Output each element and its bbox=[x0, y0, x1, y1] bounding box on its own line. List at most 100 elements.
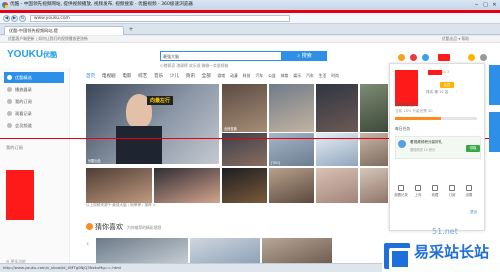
back-button[interactable]: ◀ bbox=[3, 15, 10, 22]
nav-item[interactable]: 少儿 bbox=[170, 74, 179, 79]
shortcut-label: 订阅 bbox=[448, 193, 456, 197]
shortcut-label: 收藏 bbox=[431, 193, 439, 197]
redacted-block bbox=[6, 170, 34, 220]
search-button[interactable]: ⌕ 搜索 bbox=[282, 51, 327, 61]
refresh-button[interactable]: ↻ bbox=[19, 15, 26, 22]
more-icon[interactable] bbox=[480, 54, 487, 61]
subscribe-shortcut[interactable]: 订阅 bbox=[445, 185, 459, 197]
nav-item-small[interactable]: 汽车 bbox=[306, 73, 314, 78]
nav-item-small[interactable]: 生活 bbox=[319, 73, 327, 78]
vip-icon bbox=[7, 123, 12, 128]
person-figure bbox=[116, 126, 162, 164]
sidebar-item-label: 播放器录 bbox=[15, 87, 32, 92]
user-avatar[interactable] bbox=[438, 54, 450, 61]
sidebar-item-label: 观看记录 bbox=[15, 111, 32, 116]
url-input[interactable]: www.youku.com bbox=[30, 15, 290, 22]
video-tile[interactable] bbox=[222, 168, 267, 203]
tab-youku[interactable]: 优酷-中国领先视频网站,提 bbox=[4, 26, 124, 35]
sidebar-item-featured[interactable]: 优酷精选 bbox=[4, 72, 64, 83]
close-button[interactable]: ✕ bbox=[491, 2, 498, 8]
video-tile[interactable] bbox=[316, 84, 358, 132]
video-tile[interactable] bbox=[269, 84, 314, 132]
nav-item[interactable]: 首页 bbox=[86, 74, 95, 79]
favorite-shortcut[interactable]: 收藏 bbox=[428, 185, 442, 197]
browser-logo-icon bbox=[2, 2, 8, 8]
nav-item-small[interactable]: 游戏 bbox=[217, 73, 225, 78]
upload-shortcut[interactable]: 上传 bbox=[411, 185, 425, 197]
video-tile[interactable] bbox=[360, 168, 388, 203]
watermark-text: 易采站长站 bbox=[414, 243, 490, 261]
vip-button[interactable]: 会员 bbox=[440, 82, 454, 88]
history-shortcut[interactable]: 观看记录 bbox=[394, 185, 408, 197]
source-note: 以上视频来源于 最强大脑 / 琅琊榜 / 推荐 > bbox=[86, 203, 156, 207]
carousel-prev-icon[interactable]: ‹ bbox=[86, 239, 89, 248]
maximize-button[interactable]: □ bbox=[482, 2, 489, 8]
search-button-label: 搜索 bbox=[301, 53, 312, 59]
guess-subtitle: 为你推荐的精彩视频 bbox=[127, 225, 162, 230]
sidebar-item-player[interactable]: 播放器录 bbox=[4, 84, 64, 95]
guess-title: 猜你喜欢 bbox=[95, 223, 123, 231]
subscription-section-title: 我的订阅 bbox=[6, 145, 23, 150]
logout-link[interactable]: 退出 bbox=[470, 210, 477, 215]
nav-item[interactable]: 音乐 bbox=[154, 74, 163, 79]
notification-icon[interactable] bbox=[422, 54, 429, 61]
nav-item-small[interactable]: 时尚 bbox=[331, 73, 339, 78]
top-strip-right[interactable]: 优酷出品 ▾ 帮助 bbox=[442, 36, 469, 42]
claim-button[interactable]: 领取 bbox=[466, 145, 480, 152]
video-tile[interactable] bbox=[262, 238, 332, 263]
settings-shortcut[interactable]: 设置 bbox=[462, 185, 476, 197]
featured-icon bbox=[7, 75, 12, 80]
search-suggestions[interactable]: 小猪佩奇 琅琊榜 欢乐颂 微微一笑很倾城 bbox=[160, 63, 228, 69]
search-input[interactable]: 最强大脑 bbox=[160, 51, 282, 61]
video-tile[interactable] bbox=[154, 168, 220, 203]
forward-button[interactable]: ▶ bbox=[11, 15, 18, 22]
sidebar-item-label: 我的订阅 bbox=[15, 99, 32, 104]
nav-item[interactable]: 资讯 bbox=[186, 74, 195, 79]
shortcut-label: 上传 bbox=[414, 193, 422, 197]
video-tile[interactable] bbox=[86, 168, 152, 203]
sidebar-item-subscriptions[interactable]: 我的订阅 bbox=[4, 96, 64, 107]
video-tile[interactable] bbox=[360, 84, 388, 132]
side-float-button[interactable] bbox=[489, 112, 500, 152]
shortcut-label: 设置 bbox=[465, 193, 473, 197]
channel-nav: 首页 电视剧 电影 综艺 音乐 少儿 资讯 全部 游戏 动漫 科技 汽车 公益 … bbox=[86, 72, 396, 80]
vip-icon[interactable] bbox=[468, 54, 475, 61]
youku-logo[interactable]: YOUKU优酷 bbox=[7, 50, 57, 61]
guess-icon bbox=[86, 223, 93, 230]
redacted-username bbox=[428, 70, 442, 75]
video-tile[interactable]: 全网首播 bbox=[222, 84, 267, 132]
nav-item[interactable]: 电影 bbox=[122, 74, 131, 79]
sidebar-item-label: 会员频道 bbox=[15, 123, 32, 128]
task-label: 每日任务 bbox=[395, 126, 411, 131]
shortcut-label: 观看记录 bbox=[394, 193, 408, 197]
nav-item[interactable]: 综艺 bbox=[138, 74, 147, 79]
gift-icon bbox=[398, 140, 406, 148]
watermark-url: 51.net bbox=[432, 227, 458, 236]
sidebar-item-vip[interactable]: 会员频道 bbox=[4, 120, 64, 131]
top-strip: 优酷客户端更新 | 如何让我们的视频播放更流畅 优酷出品 ▾ 帮助 bbox=[0, 36, 500, 43]
message-icon[interactable] bbox=[410, 54, 417, 61]
nav-item-small[interactable]: 动漫 bbox=[230, 73, 238, 78]
nav-item[interactable]: 全部 bbox=[202, 74, 211, 79]
new-tab-button[interactable]: + bbox=[127, 27, 135, 34]
video-tile[interactable] bbox=[316, 168, 358, 203]
upload-icon bbox=[415, 185, 421, 191]
video-tile[interactable] bbox=[96, 238, 188, 263]
upload-icon[interactable] bbox=[398, 54, 405, 61]
user-avatar[interactable] bbox=[395, 70, 418, 106]
nav-item-small[interactable]: 公益 bbox=[268, 73, 276, 78]
history-icon bbox=[398, 185, 404, 191]
top-strip-links[interactable]: 优酷客户端更新 | 如何让我们的视频播放更流畅 bbox=[8, 36, 88, 42]
sidebar-item-label: 优酷精选 bbox=[15, 75, 32, 80]
side-float-button[interactable] bbox=[489, 65, 500, 105]
sidebar: 优酷精选 播放器录 我的订阅 观看记录 会员频道 bbox=[0, 68, 70, 263]
video-tile[interactable] bbox=[190, 238, 260, 263]
sidebar-item-history[interactable]: 观看记录 bbox=[4, 108, 64, 119]
nav-item-small[interactable]: 汽车 bbox=[255, 73, 263, 78]
nav-item-small[interactable]: 娱乐 bbox=[293, 73, 301, 78]
nav-item-small[interactable]: 体育 bbox=[281, 73, 289, 78]
video-tile[interactable] bbox=[269, 168, 314, 203]
nav-item-small[interactable]: 科技 bbox=[243, 73, 251, 78]
nav-item[interactable]: 电视剧 bbox=[102, 74, 116, 79]
minimize-button[interactable]: ─ bbox=[473, 2, 480, 8]
